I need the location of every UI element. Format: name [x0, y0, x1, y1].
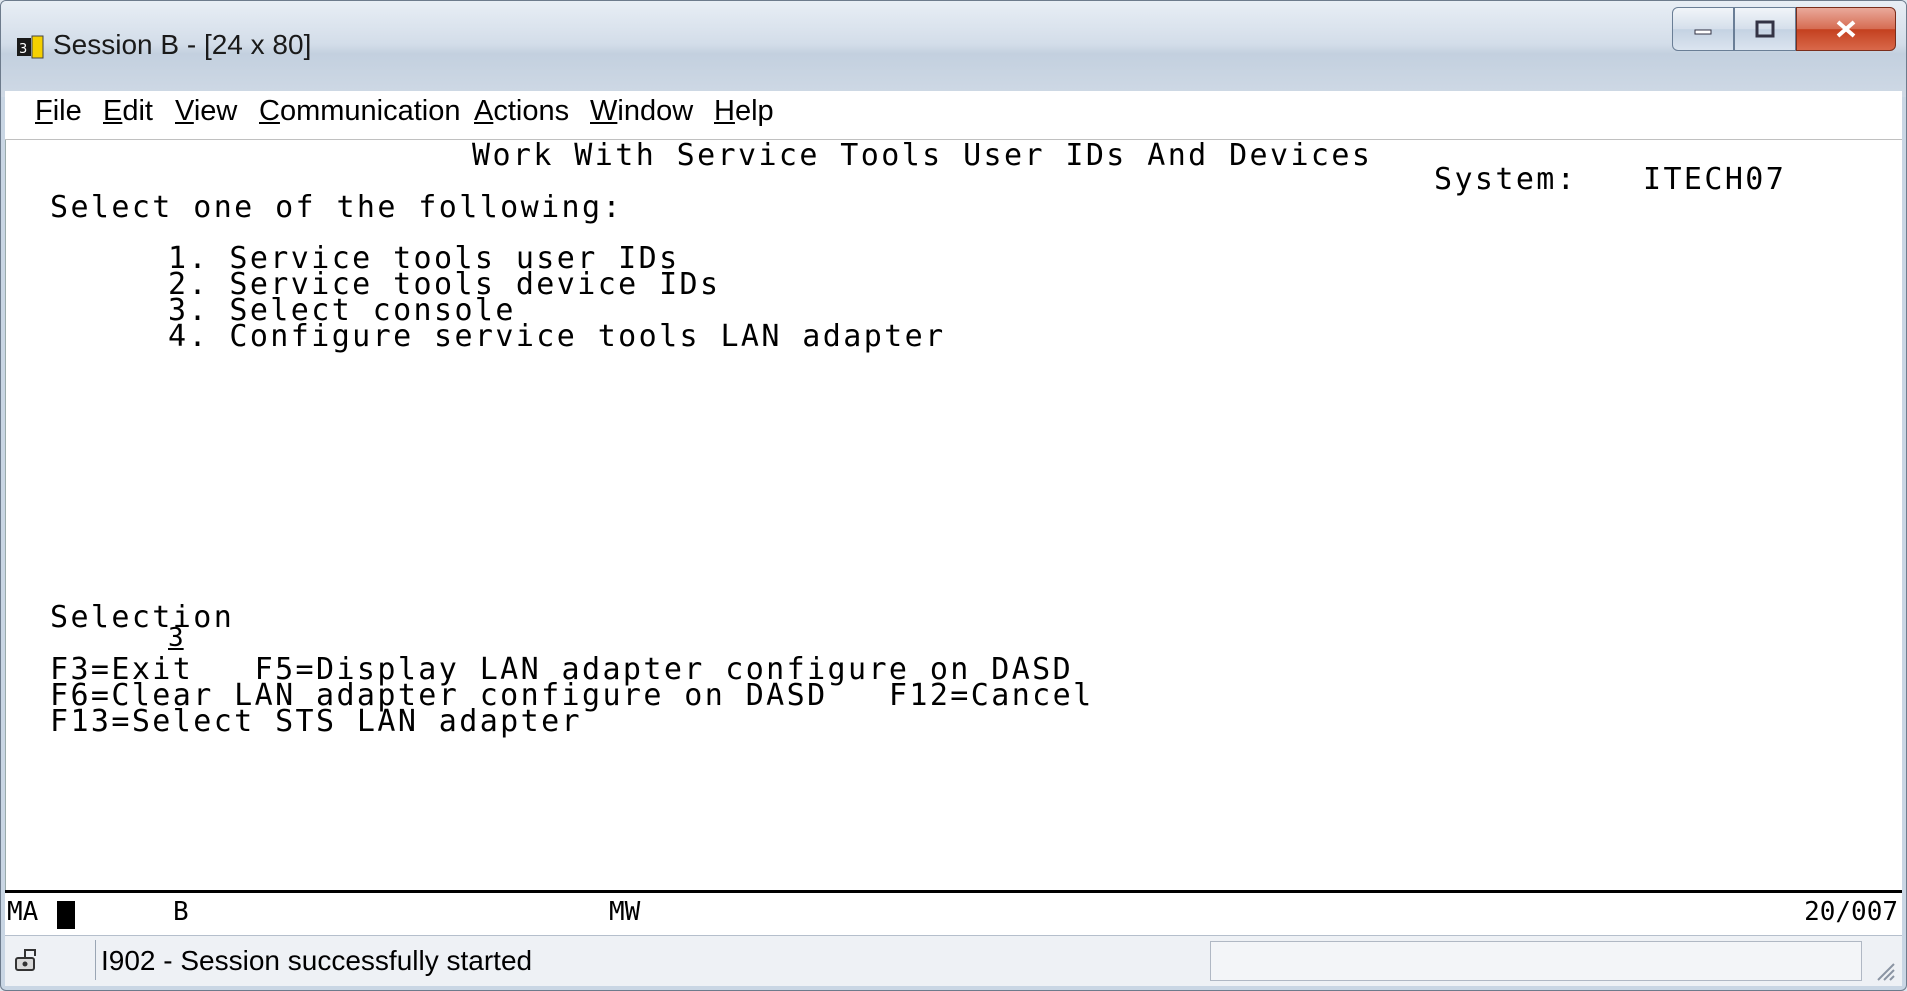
window-controls	[1672, 7, 1896, 53]
menu-edit[interactable]: Edit	[103, 95, 153, 128]
menu-actions[interactable]: Actions	[474, 95, 569, 128]
oia-indicator: MA	[7, 897, 39, 927]
menu-file[interactable]: File	[35, 95, 82, 128]
emulator-window: 3 Session B - [24 x 80] File Edit View C…	[0, 0, 1907, 991]
option-4: 4. Configure service tools LAN adapter	[168, 319, 946, 354]
status-bar: I902 - Session successfully started	[5, 935, 1902, 986]
oia-cursor-position: 20/007	[1804, 897, 1898, 927]
terminal-screen[interactable]: Work With Service Tools User IDs And Dev…	[5, 140, 1902, 890]
screen-heading: Work With Service Tools User IDs And Dev…	[472, 138, 1373, 173]
menu-window[interactable]: Window	[590, 95, 693, 128]
operator-info-area: MA B MW 20/007	[5, 890, 1902, 935]
oia-cursor-block	[57, 901, 75, 929]
maximize-icon	[1755, 20, 1775, 38]
window-title: Session B - [24 x 80]	[53, 29, 312, 60]
session-app-icon: 3	[17, 35, 44, 59]
menu-communication[interactable]: Communication	[259, 95, 460, 128]
close-button[interactable]	[1796, 7, 1896, 51]
svg-text:3: 3	[19, 42, 27, 57]
maximize-button[interactable]	[1734, 7, 1796, 51]
oia-session: B	[173, 897, 189, 927]
selection-input[interactable]: 3	[168, 623, 184, 653]
system-name: ITECH07	[1643, 162, 1787, 197]
minimize-icon	[1694, 29, 1712, 35]
selection-label: Selection	[50, 600, 235, 635]
select-prompt: Select one of the following:	[50, 190, 623, 225]
title-bar[interactable]: 3 Session B - [24 x 80]	[1, 1, 1906, 97]
minimize-button[interactable]	[1672, 7, 1734, 51]
menu-bar: File Edit View Communication Actions Win…	[5, 91, 1902, 140]
oia-mode: MW	[609, 897, 641, 927]
system-label: System:	[1434, 162, 1578, 197]
menu-view[interactable]: View	[175, 95, 237, 128]
connection-icon	[15, 949, 36, 971]
function-keys-line-3: F13=Select STS LAN adapter	[50, 704, 582, 739]
resize-grip-icon[interactable]	[1872, 958, 1896, 982]
menu-help[interactable]: Help	[714, 95, 774, 128]
close-icon	[1836, 20, 1856, 38]
status-separator	[95, 940, 96, 980]
status-secondary-pane	[1210, 941, 1862, 981]
status-message: I902 - Session successfully started	[101, 945, 533, 976]
